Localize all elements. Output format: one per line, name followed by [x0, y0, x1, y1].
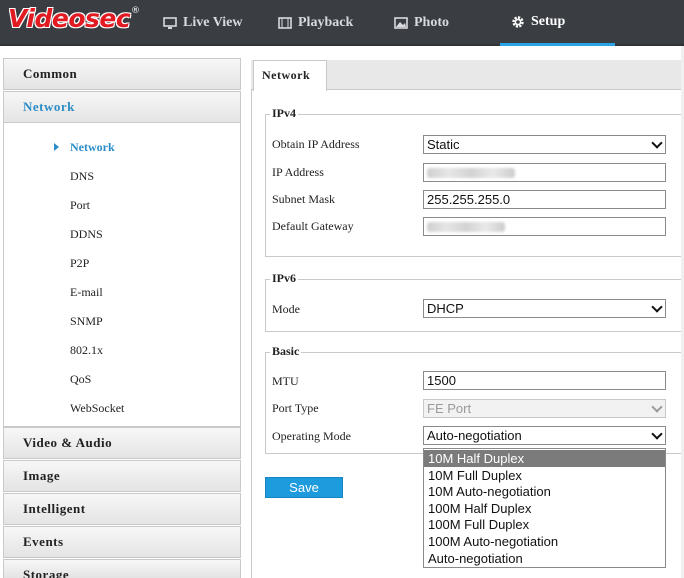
subnet-mask-value: 255.255.255.0: [427, 192, 511, 207]
obtain-ip-label: Obtain IP Address: [272, 137, 360, 151]
tab-playback-label: Playback: [298, 15, 354, 30]
sidebar-item-snmp[interactable]: SNMP: [70, 314, 103, 329]
active-caret-icon: [54, 143, 59, 151]
tab-photo-label: Photo: [414, 15, 449, 30]
sidebar-section-network[interactable]: Network: [3, 91, 241, 123]
sidebar-item-port[interactable]: Port: [70, 198, 90, 213]
gear-icon: [512, 15, 524, 28]
save-button[interactable]: Save: [265, 477, 343, 498]
sidebar-item-websocket[interactable]: WebSocket: [70, 401, 124, 416]
operating-mode-value: Auto-negotiation: [427, 428, 522, 443]
mtu-label: MTU: [272, 374, 299, 388]
port-type-label: Port Type: [272, 401, 319, 415]
ipv6-mode-select[interactable]: DHCP: [423, 299, 666, 318]
operating-mode-label: Operating Mode: [272, 429, 351, 443]
option-10m-full-duplex[interactable]: 10M Full Duplex: [424, 467, 665, 484]
port-type-select: FE Port: [423, 399, 666, 418]
sidebar-item-email[interactable]: E-mail: [70, 285, 103, 300]
tab-live-view[interactable]: Live View: [163, 0, 243, 46]
sidebar-section-video-audio[interactable]: Video & Audio: [3, 427, 241, 459]
default-gateway-label: Default Gateway: [272, 219, 354, 233]
sidebar-section-intelligent[interactable]: Intelligent: [3, 493, 241, 525]
sidebar-section-events[interactable]: Events: [3, 526, 241, 558]
ip-address-input[interactable]: [423, 163, 666, 182]
option-100m-auto-negotiation[interactable]: 100M Auto-negotiation: [424, 533, 665, 550]
sidebar-item-p2p[interactable]: P2P: [70, 256, 89, 271]
chevron-down-icon: [651, 428, 663, 440]
port-type-value: FE Port: [427, 401, 472, 416]
tab-network[interactable]: Network: [253, 60, 327, 91]
monitor-icon: [163, 17, 177, 29]
ipv6-mode-label: Mode: [272, 302, 300, 316]
mtu-input[interactable]: 1500: [423, 371, 666, 390]
tab-setup-label: Setup: [531, 13, 566, 29]
top-navigation-bar: Videosec ® Live View Playback Photo Setu…: [0, 0, 684, 46]
brand-logo: Videosec: [8, 4, 131, 33]
basic-legend: Basic: [270, 344, 302, 359]
operating-mode-dropdown-list: 10M Half Duplex 10M Full Duplex 10M Auto…: [423, 448, 666, 568]
redacted-gateway-blur: [427, 222, 505, 232]
tab-setup[interactable]: Setup: [500, 0, 615, 46]
chevron-down-icon: [651, 401, 663, 413]
sidebar-item-8021x[interactable]: 802.1x: [70, 343, 103, 358]
tab-photo[interactable]: Photo: [394, 0, 449, 46]
sidebar-section-storage[interactable]: Storage: [3, 559, 241, 578]
option-10m-half-duplex[interactable]: 10M Half Duplex: [424, 450, 665, 467]
tab-live-view-label: Live View: [183, 15, 243, 30]
option-100m-full-duplex[interactable]: 100M Full Duplex: [424, 516, 665, 533]
default-gateway-input[interactable]: [423, 217, 666, 236]
option-auto-negotiation[interactable]: Auto-negotiation: [424, 550, 665, 567]
sidebar-section-image[interactable]: Image: [3, 460, 241, 492]
sidebar-item-dns[interactable]: DNS: [70, 169, 94, 184]
ipv4-legend: IPv4: [270, 106, 298, 121]
chevron-down-icon: [651, 301, 663, 313]
operating-mode-select[interactable]: Auto-negotiation: [423, 426, 666, 445]
obtain-ip-select[interactable]: Static: [423, 135, 666, 154]
obtain-ip-value: Static: [427, 137, 460, 152]
sidebar-item-network[interactable]: Network: [70, 140, 115, 155]
option-10m-auto-negotiation[interactable]: 10M Auto-negotiation: [424, 483, 665, 500]
registered-mark: ®: [131, 6, 140, 16]
subnet-mask-input[interactable]: 255.255.255.0: [423, 190, 666, 209]
image-icon: [394, 17, 408, 29]
subnet-mask-label: Subnet Mask: [272, 192, 335, 206]
network-submenu: [3, 123, 241, 427]
sidebar-item-qos[interactable]: QoS: [70, 372, 91, 387]
ipv6-legend: IPv6: [270, 271, 298, 286]
mtu-value: 1500: [427, 373, 456, 388]
sidebar-section-common[interactable]: Common: [3, 58, 241, 90]
tab-playback[interactable]: Playback: [278, 0, 353, 46]
sidebar-item-ddns[interactable]: DDNS: [70, 227, 103, 242]
chevron-down-icon: [651, 137, 663, 149]
film-icon: [278, 17, 292, 29]
ip-address-label: IP Address: [272, 165, 324, 179]
option-100m-half-duplex[interactable]: 100M Half Duplex: [424, 500, 665, 517]
ipv6-mode-value: DHCP: [427, 301, 464, 316]
redacted-ip-blur: [427, 168, 515, 178]
